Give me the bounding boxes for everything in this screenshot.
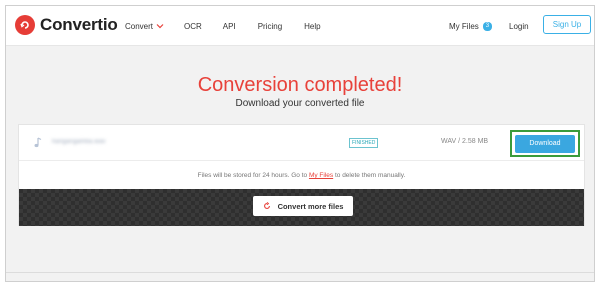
nav-ocr[interactable]: OCR (184, 22, 202, 31)
storage-note: Files will be stored for 24 hours. Go to… (19, 172, 584, 179)
page-subtitle: Download your converted file (235, 98, 365, 109)
convertio-logo-icon (15, 15, 35, 35)
download-label: Download (529, 140, 561, 147)
file-name: hangangamba.wav (52, 139, 106, 145)
nav-api[interactable]: API (223, 22, 236, 31)
download-highlight: Download (510, 130, 580, 157)
page-title: Conversion completed! (197, 74, 403, 96)
storage-note-prefix: Files will be stored for 24 hours. Go to (197, 172, 309, 179)
audio-file-icon (34, 137, 42, 148)
sign-up-label: Sign Up (552, 20, 582, 29)
browser-viewport: Convertio Convert OCR API Pricing Help M… (5, 5, 595, 282)
storage-note-suffix: to delete them manually. (333, 172, 406, 179)
nav-ocr-label: OCR (184, 21, 202, 31)
brand-name: Convertio (40, 15, 118, 34)
footer-divider (6, 272, 594, 273)
status-badge: FINISHED (349, 138, 379, 148)
my-files-label: My Files (449, 21, 479, 31)
logo[interactable]: Convertio (15, 14, 118, 36)
convert-more-button[interactable]: Convert more files (253, 196, 353, 216)
chevron-down-icon (156, 24, 164, 29)
nav-help-label: Help (304, 21, 321, 31)
nav-help[interactable]: Help (304, 22, 320, 31)
convert-more-bar: Convert more files (19, 189, 584, 226)
nav-convert-label: Convert (125, 21, 154, 31)
sign-up-button[interactable]: Sign Up (543, 15, 591, 34)
login-link[interactable]: Login (509, 18, 529, 34)
my-files-note-link[interactable]: My Files (309, 172, 333, 179)
nav-api-label: API (222, 21, 236, 31)
file-row: hangangamba.wav FINISHED WAV / 2.58 MB D… (19, 125, 584, 161)
nav-convert[interactable]: Convert (125, 22, 164, 31)
refresh-icon (263, 202, 270, 209)
top-header: Convertio Convert OCR API Pricing Help M… (6, 6, 594, 46)
nav-pricing[interactable]: Pricing (258, 22, 282, 31)
download-button[interactable]: Download (515, 134, 575, 153)
my-files-link[interactable]: My Files 3 (449, 18, 493, 34)
my-files-count-badge: 3 (482, 21, 493, 31)
convert-more-label: Convert more files (277, 201, 344, 211)
nav-pricing-label: Pricing (257, 21, 283, 31)
conversion-card: hangangamba.wav FINISHED WAV / 2.58 MB D… (18, 124, 585, 226)
login-label: Login (509, 21, 529, 31)
file-format-size: WAV / 2.58 MB (441, 138, 489, 145)
main-nav: Convert OCR API Pricing Help (125, 18, 321, 34)
